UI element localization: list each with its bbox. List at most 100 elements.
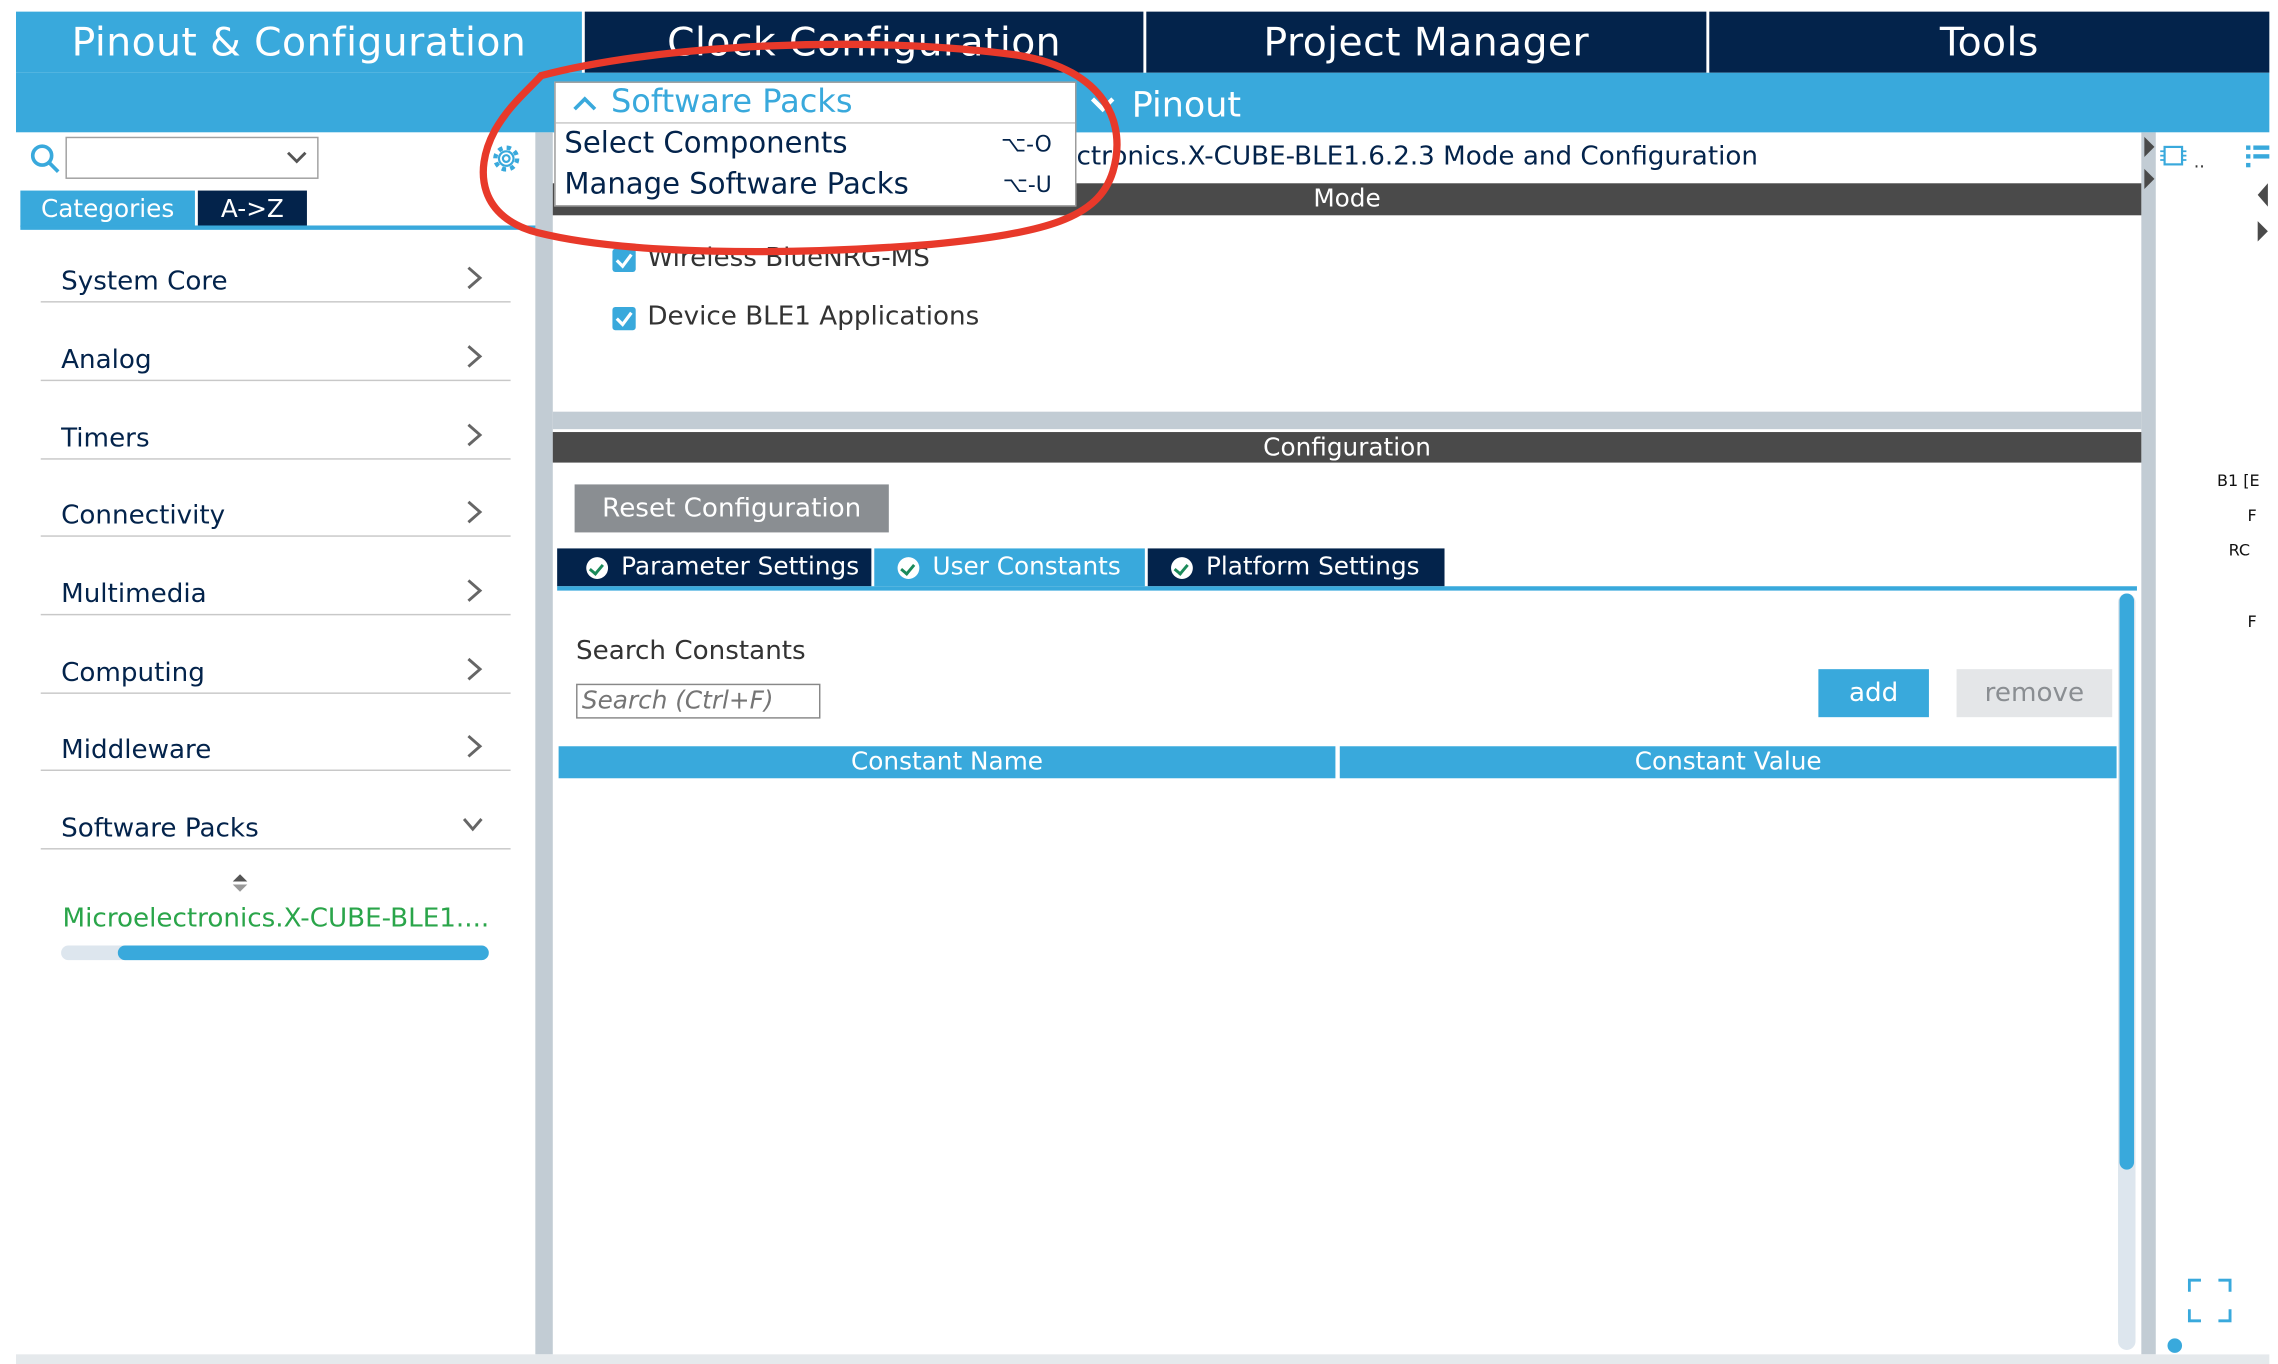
tab-label: A->Z [220,194,284,224]
software-packs-dropdown: Software Packs Select Components ⌥-O Man… [554,81,1077,207]
category-label: Analog [61,344,152,376]
column-label: Constant Value [1634,747,1822,777]
chevron-down-icon [1090,97,1115,113]
menu-item-select-components[interactable]: Select Components [564,125,847,160]
category-software-packs[interactable]: Software Packs [40,791,511,850]
category-label: Computing [61,657,205,689]
category-label: Connectivity [61,500,226,531]
remove-button[interactable]: remove [1956,669,2113,718]
reset-configuration-button[interactable]: Reset Configuration [574,484,889,533]
horizontal-scrollbar[interactable] [61,945,489,961]
category-search-input[interactable] [65,136,319,179]
panel-splitter[interactable] [2141,132,2156,1355]
tab-label: Tools [1939,19,2039,65]
category-middleware[interactable]: Middleware [40,713,511,771]
scrollbar-thumb[interactable] [2119,593,2135,1170]
chevron-down-icon [462,818,483,832]
tab-underline [20,225,537,230]
pin-label: F [2247,612,2257,632]
menu-header-label: Software Packs [610,84,853,121]
pin-label: RC [2228,541,2251,561]
menu-item-label: Select Components [564,125,848,161]
sort-icon[interactable] [231,873,248,893]
button-label: remove [1984,677,2085,709]
checkmark-icon [615,311,633,327]
pack-entry-x-cube-ble1[interactable]: Microelectronics.X-CUBE-BLE1.... [63,903,490,934]
checkbox-label: Wireless BlueNRG-MS [647,242,930,274]
pin-label: B1 [E [2216,471,2260,491]
pinout-view-panel [2155,132,2270,1355]
section-title: Configuration [1263,432,1431,462]
category-system-core[interactable]: System Core [40,244,511,303]
check-circle-icon [1171,556,1193,579]
shortcut-label: ⌥-O [1000,130,1052,158]
tab-label: Clock Configuration [667,19,1062,65]
button-label: add [1848,677,1899,709]
collapse-arrows-icon[interactable] [2252,180,2269,253]
fit-to-view-icon[interactable] [2187,1278,2232,1323]
panel-splitter[interactable] [535,132,553,1355]
menu-item-manage-software-packs[interactable]: Manage Software Packs [564,166,908,201]
button-label: Reset Configuration [602,493,862,524]
tab-label: Parameter Settings [621,552,860,582]
chevron-right-icon [467,345,483,368]
gear-icon[interactable] [487,140,525,178]
page-title: ctronics.X-CUBE-BLE1.6.2.3 Mode and Conf… [1076,141,1759,172]
software-packs-menu-header[interactable]: Software Packs [555,83,1076,124]
add-button[interactable]: add [1818,669,1929,718]
tab-pinout-configuration[interactable]: Pinout & Configuration [16,11,582,73]
category-connectivity[interactable]: Connectivity [40,479,511,537]
check-circle-icon [897,556,920,579]
tab-a-z[interactable]: A->Z [197,190,307,227]
section-title: Mode [1313,184,1381,214]
category-timers[interactable]: Timers [40,401,511,460]
chip-view-icon[interactable] [2159,143,2188,169]
tab-project-manager[interactable]: Project Manager [1146,11,1707,73]
tab-user-constants[interactable]: User Constants [874,548,1145,587]
category-analog[interactable]: Analog [40,323,511,382]
tab-label: Platform Settings [1205,552,1420,582]
checkbox-wireless-bluenrg-ms[interactable] [612,248,636,273]
search-constants-input[interactable] [576,683,821,719]
tab-tools[interactable]: Tools [1709,11,2270,73]
category-label: System Core [61,266,228,297]
category-label: Multimedia [61,578,207,610]
tab-platform-settings[interactable]: Platform Settings [1147,548,1445,587]
category-multimedia[interactable]: Multimedia [40,557,511,616]
pin-label: F [2247,506,2257,526]
tab-label: Project Manager [1263,19,1590,65]
checkbox-label: Device BLE1 Applications [647,301,980,332]
scrollbar-thumb[interactable] [117,945,489,961]
column-label: Constant Name [850,747,1043,777]
tab-parameter-settings[interactable]: Parameter Settings [557,548,872,587]
chevron-right-icon [467,734,483,758]
zoom-slider-handle[interactable] [2167,1338,2183,1353]
column-header-constant-value[interactable]: Constant Value [1339,746,2117,779]
chevron-right-icon [467,657,483,681]
chevron-down-icon[interactable] [285,150,308,166]
column-header-constant-name[interactable]: Constant Name [558,746,1336,779]
chevron-right-icon [467,500,483,524]
tab-categories[interactable]: Categories [20,190,195,227]
category-label: Software Packs [61,813,259,844]
pinout-menu-label: Pinout [1131,84,1242,126]
collapse-arrows-icon[interactable] [2144,134,2156,195]
more-icon[interactable]: .. [2194,151,2205,171]
search-icon[interactable] [29,143,61,175]
mode-config-splitter[interactable] [552,411,2142,430]
checkbox-device-ble1-applications[interactable] [612,306,636,331]
chevron-up-icon [573,96,597,111]
bottom-border [16,1354,2270,1364]
tab-clock-configuration[interactable]: Clock Configuration [584,11,1144,73]
list-view-icon[interactable] [2245,143,2271,169]
checkmark-icon [615,253,633,269]
vertical-scrollbar[interactable] [2118,593,2136,1350]
category-computing[interactable]: Computing [40,636,511,694]
pinout-menu[interactable]: Pinout [1088,84,1241,125]
category-label: Middleware [61,734,212,766]
tab-label: Pinout & Configuration [71,19,527,65]
chevron-right-icon [467,579,483,602]
chevron-right-icon [467,423,483,447]
configuration-header: Configuration [552,432,2142,463]
category-label: Timers [61,423,150,454]
